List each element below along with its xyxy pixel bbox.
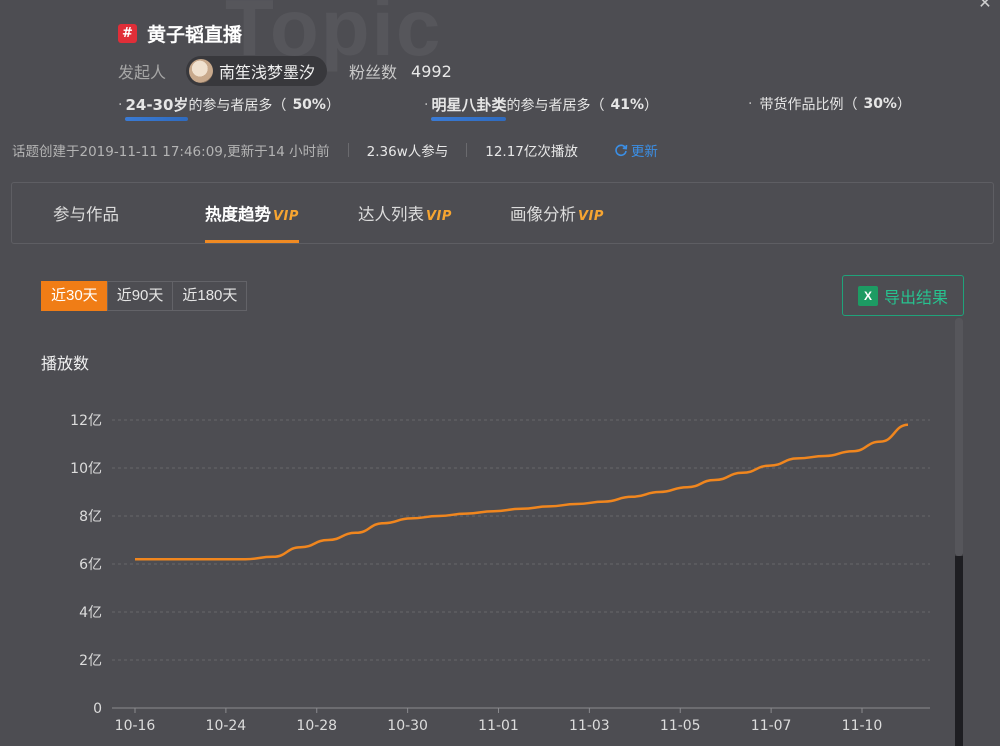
vip-badge: VIP [578,209,604,224]
plays-count: 12.17亿次播放 [485,144,578,160]
x-tick-label: 11-03 [569,718,610,734]
x-tick-label: 11-01 [478,718,519,734]
created-time: 话题创建于2019-11-11 17:46:09,更新于14 小时前 [12,144,330,160]
y-tick-label: 8亿 [79,509,102,525]
avatar [189,59,214,83]
participants-count: 2.36w人参与 [366,144,449,160]
stat-highlight: 24-30岁 [125,96,189,121]
stat-commerce: · 带货作品比例（ 30% ） [748,94,911,114]
tab-label: 参与作品 [53,205,119,224]
bullet: · [748,96,753,112]
stat-close: ） [325,97,340,114]
refresh-icon [615,144,628,157]
period-selector: 近30天 近90天 近180天 [41,281,248,311]
initiator-row: 发起人 南笙浅梦墨汐 粉丝数 4992 [118,56,452,86]
topic-meta: 话题创建于2019-11-11 17:46:09,更新于14 小时前 2.36w… [12,140,658,160]
refresh-label: 更新 [630,144,658,160]
x-tick-label: 11-07 [751,718,792,734]
chart-ylabel: 播放数 [41,354,90,373]
y-tick-label: 0 [93,701,102,717]
divider [466,143,468,157]
stat-age: · 24-30岁 的参与者居多（ 50% ） [118,94,340,121]
x-tick-label: 11-05 [660,718,701,734]
x-tick-label: 10-24 [206,718,247,734]
scrollbar-lower [955,556,963,746]
tab-influencers[interactable]: 达人列表 VIP [358,201,452,225]
tab-bar: 参与作品 热度趋势 VIP 达人列表 VIP 画像分析 VIP [11,182,994,244]
x-tick-label: 10-28 [296,718,337,734]
play-count-chart: 0 2亿 4亿 6亿 8亿 10亿 12亿 10-16 10-24 10-28 10-30 11-01… [70,413,930,734]
period-90-button[interactable]: 近90天 [106,281,174,311]
initiator-name: 南笙浅梦墨汐 [219,63,316,82]
y-tick-label: 4亿 [79,605,102,621]
x-tick-label: 10-30 [387,718,428,734]
scrollbar[interactable] [955,318,963,746]
tab-heat-trend[interactable]: 热度趋势 VIP [205,201,299,243]
vip-badge: VIP [273,209,299,224]
bullet: · [424,96,429,113]
scrollbar-thumb[interactable] [955,318,963,556]
stat-close: ） [643,97,658,114]
initiator-user-link[interactable]: 南笙浅梦墨汐 [186,56,328,86]
tab-label: 画像分析 [510,205,576,224]
stat-text: 的参与者居多（ [188,97,287,114]
excel-icon: X [857,285,878,306]
initiator-label: 发起人 [118,63,167,82]
export-label: 导出结果 [883,287,948,307]
stat-percent: 50% [292,96,326,113]
fans-label: 粉丝数 [349,63,398,82]
stat-highlight: 明星八卦类 [431,96,507,121]
export-button[interactable]: X 导出结果 [842,275,964,316]
tab-label: 达人列表 [358,205,424,224]
refresh-button[interactable]: 更新 [614,140,658,160]
close-icon[interactable]: ✕ [976,0,994,12]
x-tick-label: 10-16 [115,718,156,734]
hashtag-icon: # [118,24,137,43]
bullet: · [118,96,123,113]
period-30-button[interactable]: 近30天 [41,281,108,311]
y-tick-label: 10亿 [70,461,102,477]
topic-header: # 黄子韬直播 [118,20,242,47]
period-180-button[interactable]: 近180天 [172,281,248,311]
y-tick-label: 2亿 [79,653,102,669]
stat-text: 带货作品比例（ [759,97,858,113]
tab-profile[interactable]: 画像分析 VIP [510,201,604,225]
y-tick-label: 12亿 [70,413,102,429]
x-tick-label: 11-10 [842,718,883,734]
stat-percent: 30% [863,96,897,112]
audience-stats: · 24-30岁 的参与者居多（ 50% ） · 明星八卦类 的参与者居多（ 4… [0,94,1000,121]
stat-close: ） [896,97,911,113]
tab-works[interactable]: 参与作品 [53,201,119,225]
divider [347,143,349,157]
topic-title: 黄子韬直播 [147,24,243,46]
y-tick-label: 6亿 [79,557,102,573]
stat-category: · 明星八卦类 的参与者居多（ 41% ） [424,94,658,121]
stat-text: 的参与者居多（ [506,97,605,114]
fans-count: 4992 [411,61,452,81]
stat-percent: 41% [610,96,644,113]
vip-badge: VIP [426,209,452,224]
series-line [135,423,909,561]
tab-label: 热度趋势 [205,205,271,224]
